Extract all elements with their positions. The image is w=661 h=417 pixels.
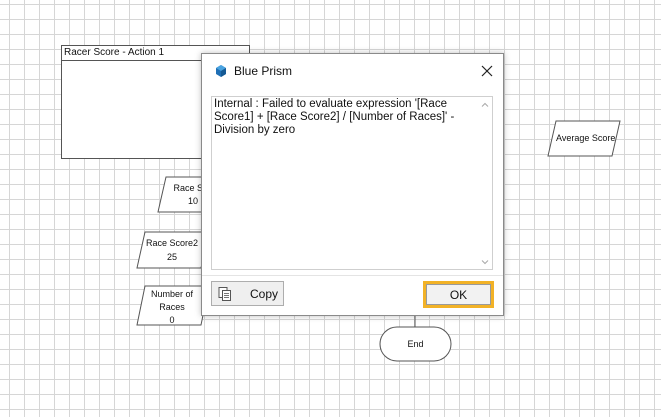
copy-icon	[218, 287, 231, 301]
ok-button-label: OK	[449, 287, 468, 302]
copy-button-label: Copy	[250, 287, 279, 301]
copy-button[interactable]: Copy	[211, 281, 284, 306]
number-of-races-value: 0	[169, 315, 175, 325]
number-of-races-label-line2: Races	[159, 302, 185, 312]
dialog-title: Blue Prism	[234, 64, 293, 78]
end-stage-label: End	[407, 339, 424, 349]
dialog-titlebar[interactable]: Blue Prism	[202, 54, 503, 88]
race-score2-label: Race Score2	[145, 238, 199, 248]
number-of-races-label-line1: Number of	[150, 289, 194, 299]
ok-button-face: OK	[426, 284, 491, 305]
close-icon	[481, 65, 493, 77]
scroll-up-arrow[interactable]	[478, 98, 492, 110]
blue-prism-icon	[216, 65, 226, 77]
error-message-text: Internal : Failed to evaluate expression…	[214, 98, 458, 136]
ok-button[interactable]: OK	[423, 281, 494, 308]
average-score-label: Average Score	[556, 133, 616, 143]
scroll-down-arrow[interactable]	[478, 256, 492, 268]
close-button[interactable]	[475, 59, 499, 83]
chevron-up-icon	[481, 102, 489, 107]
dialog-divider	[202, 275, 503, 276]
race-score2-value: 25	[166, 252, 177, 262]
error-dialog: Blue Prism Internal : Failed to evaluate…	[201, 53, 504, 316]
chevron-down-icon	[481, 259, 489, 264]
error-message-box[interactable]: Internal : Failed to evaluate expression…	[211, 96, 493, 270]
message-scrollbar[interactable]	[478, 97, 492, 269]
